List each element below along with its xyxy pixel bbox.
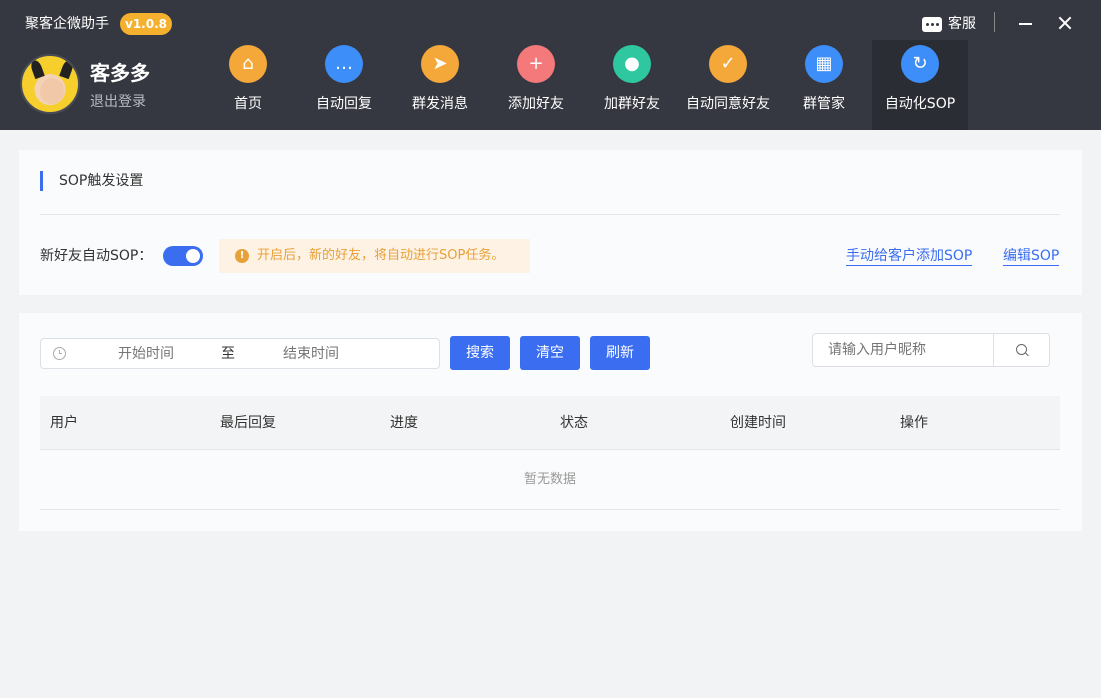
nav-label: 自动化SOP bbox=[884, 96, 956, 112]
nav-label: 自动同意好友 bbox=[686, 96, 770, 112]
search-button[interactable]: 搜索 bbox=[450, 336, 510, 370]
header-divider bbox=[994, 12, 995, 32]
column-header-last-reply: 最后回复 bbox=[220, 415, 276, 431]
customer-service-label: 客服 bbox=[948, 16, 976, 32]
nav-item-7[interactable]: ↻ 自动化SOP bbox=[872, 40, 968, 130]
date-separator: 至 bbox=[221, 346, 235, 362]
username: 客多多 bbox=[90, 61, 150, 85]
group-icon: ● bbox=[613, 45, 651, 83]
column-header-actions: 操作 bbox=[900, 415, 928, 431]
nickname-search bbox=[812, 333, 1050, 367]
sop-icon: ↻ bbox=[901, 45, 939, 83]
divider bbox=[40, 214, 1060, 215]
column-header-progress: 进度 bbox=[390, 415, 418, 431]
date-range-picker[interactable]: 至 bbox=[40, 338, 440, 369]
send-icon: ➤ bbox=[421, 45, 459, 83]
column-header-created: 创建时间 bbox=[730, 415, 786, 431]
auto-sop-label: 新好友自动SOP： bbox=[40, 248, 153, 264]
sop-settings-panel: SOP触发设置 新好友自动SOP： ! 开启后，新的好友，将自动进行SOP任务。… bbox=[19, 150, 1082, 295]
edit-sop-link[interactable]: 编辑SOP bbox=[1003, 247, 1060, 266]
nickname-input[interactable] bbox=[813, 334, 993, 366]
section-title: SOP触发设置 bbox=[59, 173, 144, 189]
manual-add-sop-link[interactable]: 手动给客户添加SOP bbox=[846, 247, 973, 266]
customer-service-button[interactable]: 客服 bbox=[922, 13, 976, 35]
close-button[interactable] bbox=[1055, 12, 1075, 34]
empty-state: 暂无数据 bbox=[40, 450, 1060, 510]
start-date-input[interactable] bbox=[81, 339, 211, 368]
nav-item-4[interactable]: ● 加群好友 bbox=[584, 40, 680, 130]
nav-item-3[interactable]: + 添加好友 bbox=[488, 40, 584, 130]
nav-item-6[interactable]: ▦ 群管家 bbox=[776, 40, 872, 130]
nav-label: 加群好友 bbox=[604, 96, 660, 112]
user-check-icon: ✓ bbox=[709, 45, 747, 83]
app-title: 聚客企微助手 bbox=[25, 16, 109, 32]
search-icon[interactable] bbox=[993, 334, 1049, 366]
home-icon: ⌂ bbox=[229, 45, 267, 83]
minimize-button[interactable] bbox=[1015, 12, 1035, 34]
column-header-status: 状态 bbox=[560, 415, 588, 431]
clock-icon bbox=[53, 347, 66, 360]
avatar bbox=[20, 54, 80, 114]
refresh-button[interactable]: 刷新 bbox=[590, 336, 650, 370]
nav-label: 群管家 bbox=[803, 96, 845, 112]
chat-icon: … bbox=[325, 45, 363, 83]
app-header: 聚客企微助手 v1.0.8 客服 客多多 退出登录 ⌂ 首页 … 自动回复 ➤ 群发消息 +… bbox=[0, 0, 1101, 130]
end-date-input[interactable] bbox=[246, 339, 376, 368]
clear-button[interactable]: 清空 bbox=[520, 336, 580, 370]
nav-label: 群发消息 bbox=[412, 96, 468, 112]
version-badge: v1.0.8 bbox=[120, 13, 172, 35]
warning-icon: ! bbox=[235, 249, 249, 263]
apps-icon: ▦ bbox=[805, 45, 843, 83]
logout-link[interactable]: 退出登录 bbox=[90, 92, 146, 112]
nav-item-5[interactable]: ✓ 自动同意好友 bbox=[680, 40, 776, 130]
nav-label: 首页 bbox=[234, 96, 262, 112]
nav-item-0[interactable]: ⌂ 首页 bbox=[200, 40, 296, 130]
table-header: 用户 最后回复 进度 状态 创建时间 操作 bbox=[40, 396, 1060, 450]
nav-label: 添加好友 bbox=[508, 96, 564, 112]
nav-item-1[interactable]: … 自动回复 bbox=[296, 40, 392, 130]
nav-label: 自动回复 bbox=[316, 96, 372, 112]
chat-bubble-icon bbox=[922, 16, 942, 32]
add-user-icon: + bbox=[517, 45, 555, 83]
sop-list-panel: 至 搜索 清空 刷新 用户 最后回复 进度 状态 创建时间 操作 暂无数据 bbox=[19, 313, 1082, 531]
column-header-user: 用户 bbox=[50, 415, 78, 431]
auto-sop-toggle[interactable] bbox=[163, 246, 203, 266]
tip-text: 开启后，新的好友，将自动进行SOP任务。 bbox=[257, 248, 505, 263]
info-tip: ! 开启后，新的好友，将自动进行SOP任务。 bbox=[219, 239, 530, 273]
section-marker bbox=[40, 171, 43, 191]
nav-item-2[interactable]: ➤ 群发消息 bbox=[392, 40, 488, 130]
